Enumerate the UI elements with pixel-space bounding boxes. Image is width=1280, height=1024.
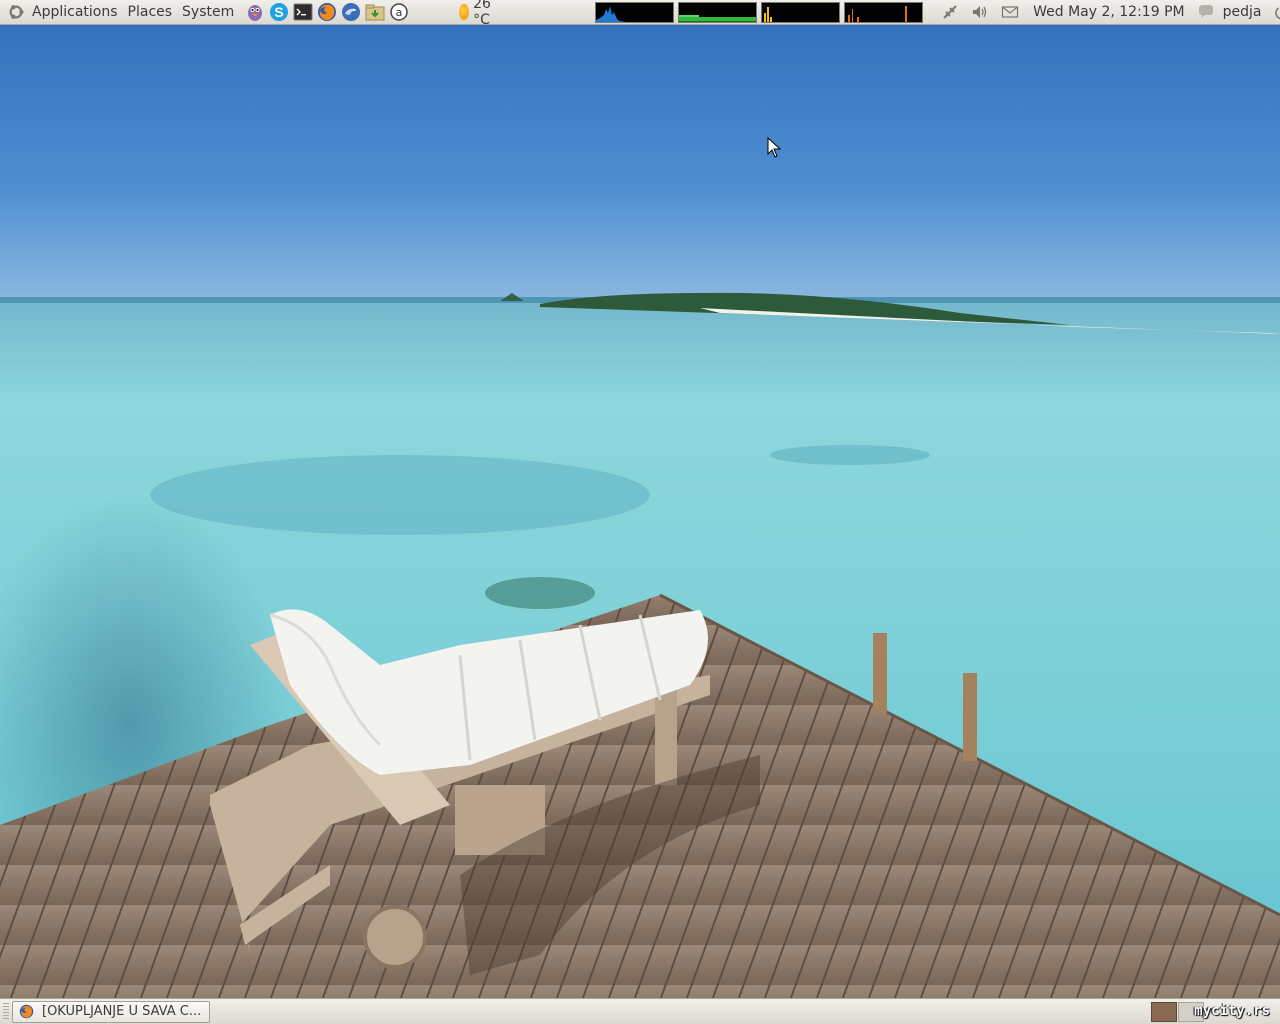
mouse-cursor-icon	[767, 137, 781, 158]
download-folder-icon[interactable]	[364, 1, 386, 23]
applications-menu[interactable]: Applications	[27, 0, 123, 25]
pidgin-icon[interactable]	[244, 1, 266, 23]
notification-area: Wed May 2, 12:19 PM pedja	[935, 0, 1280, 25]
sun-icon	[459, 4, 470, 20]
mail-icon[interactable]	[999, 1, 1021, 23]
thunderbird-icon[interactable]	[340, 1, 362, 23]
system-monitor-applet[interactable]	[595, 1, 927, 23]
places-menu[interactable]: Places	[123, 0, 178, 25]
temperature-label: 26 °C	[473, 0, 491, 28]
taskbar-window-title: [OKUPLJANJE U SAVA C...	[42, 1004, 202, 1019]
load-monitor	[844, 1, 924, 23]
desktop[interactable]	[0, 25, 1280, 998]
terminal-icon[interactable]	[292, 1, 314, 23]
panel-handle[interactable]	[3, 1002, 9, 1021]
workspace-1[interactable]	[1151, 1002, 1177, 1022]
cpu-monitor	[595, 1, 675, 23]
weather-applet[interactable]: 26 °C	[459, 0, 497, 28]
skype-icon[interactable]: S	[268, 1, 290, 23]
svg-text:S: S	[275, 4, 284, 20]
watermark: mycity.rs	[1194, 1003, 1270, 1019]
clock[interactable]: Wed May 2, 12:19 PM	[1033, 4, 1185, 20]
svg-text:a: a	[396, 6, 403, 19]
volume-icon[interactable]	[969, 1, 991, 23]
firefox-icon	[19, 1004, 34, 1019]
chat-status-icon[interactable]	[1195, 1, 1217, 23]
firefox-icon[interactable]	[316, 1, 338, 23]
at-sign-icon[interactable]: a	[388, 1, 410, 23]
ubuntu-logo-icon[interactable]	[7, 3, 25, 21]
network-monitor	[761, 1, 841, 23]
top-panel: Applications Places System S a 26 °C Wed…	[0, 0, 1280, 28]
user-menu[interactable]: pedja	[1223, 4, 1262, 20]
main-menu-bar: Applications Places System	[0, 0, 243, 25]
bottom-panel: [OKUPLJANJE U SAVA C... mycity.rs	[0, 998, 1280, 1024]
memory-monitor	[678, 1, 758, 23]
launcher-group: S a	[243, 1, 411, 23]
network-disconnected-icon[interactable]	[939, 1, 961, 23]
taskbar-window-button[interactable]: [OKUPLJANJE U SAVA C...	[12, 1000, 210, 1023]
system-menu[interactable]: System	[177, 0, 239, 25]
beach-wallpaper	[0, 25, 1280, 998]
power-icon[interactable]	[1271, 1, 1280, 23]
